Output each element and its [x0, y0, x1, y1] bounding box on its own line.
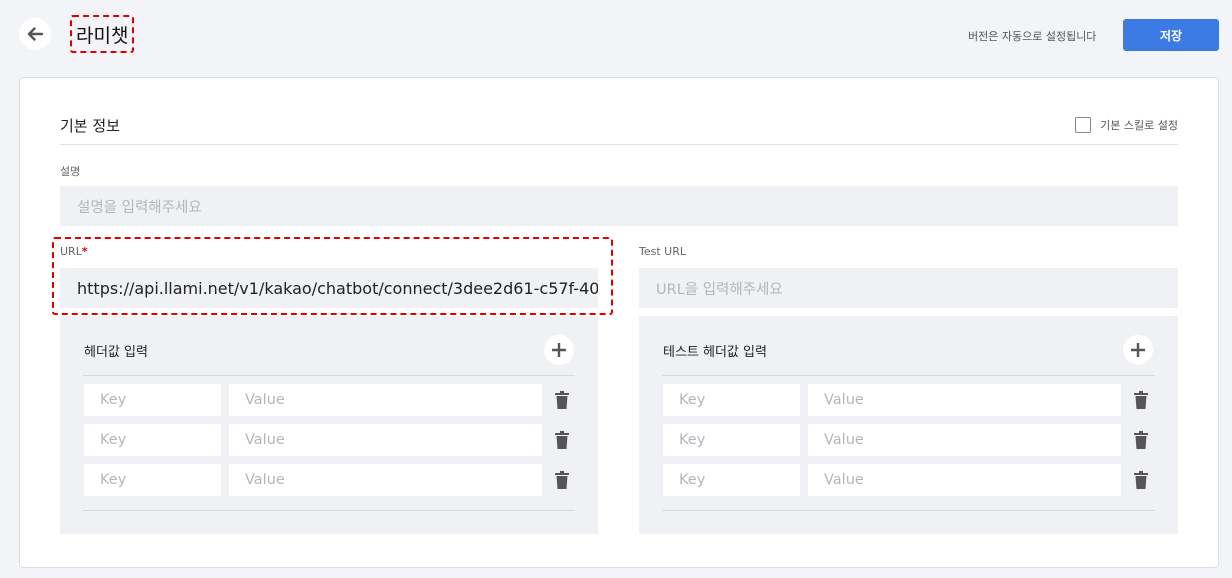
trash-icon[interactable]: [1133, 471, 1149, 489]
header-value-input[interactable]: Value: [229, 384, 542, 416]
trash-icon[interactable]: [1133, 391, 1149, 409]
version-note: 버전은 자동으로 설정됩니다: [968, 30, 1097, 43]
test-headers-panel-title: 테스트 헤더값 입력: [663, 345, 767, 360]
checkbox-icon[interactable]: [1075, 117, 1092, 133]
test-header-key-input[interactable]: Key: [663, 384, 800, 416]
test-headers-panel: 테스트 헤더값 입력 Key Value Key Value Key Value: [639, 316, 1178, 534]
add-test-header-button[interactable]: [1123, 335, 1153, 365]
trash-icon[interactable]: [1133, 431, 1149, 449]
url-input[interactable]: https://api.llami.net/v1/kakao/chatbot/c…: [60, 268, 598, 308]
add-header-button[interactable]: [544, 335, 574, 365]
back-button[interactable]: [19, 18, 51, 50]
save-button[interactable]: 저장: [1123, 19, 1219, 51]
plus-icon: [552, 343, 566, 357]
required-mark: *: [81, 245, 88, 258]
plus-icon: [1131, 343, 1145, 357]
description-input[interactable]: 설명을 입력해주세요: [60, 186, 1178, 226]
test-url-input[interactable]: URL을 입력해주세요: [639, 268, 1178, 308]
header-value-input[interactable]: Value: [229, 464, 542, 496]
trash-icon[interactable]: [554, 431, 570, 449]
test-header-value-input[interactable]: Value: [808, 384, 1121, 416]
skill-form-card: 기본 정보 기본 스킬로 설정 설명 설명을 입력해주세요 URL* https…: [19, 77, 1219, 568]
header-value-input[interactable]: Value: [229, 424, 542, 456]
trash-icon[interactable]: [554, 471, 570, 489]
arrow-left-icon: [27, 27, 44, 41]
page-title: 라미챗: [76, 24, 129, 47]
test-header-key-input[interactable]: Key: [663, 424, 800, 456]
test-header-value-input[interactable]: Value: [808, 424, 1121, 456]
headers-panel: 헤더값 입력 Key Value Key Value Key Value: [60, 316, 598, 534]
test-header-value-input[interactable]: Value: [808, 464, 1121, 496]
divider: [662, 510, 1155, 511]
default-skill-label: 기본 스킬로 설정: [1100, 119, 1178, 132]
trash-icon[interactable]: [554, 391, 570, 409]
header-key-input[interactable]: Key: [84, 464, 221, 496]
description-label: 설명: [60, 165, 81, 178]
divider: [60, 144, 1178, 145]
page-title-highlight: 라미챗: [70, 15, 135, 53]
default-skill-toggle[interactable]: 기본 스킬로 설정: [1075, 117, 1178, 133]
test-url-label: Test URL: [639, 245, 686, 258]
url-label: URL*: [60, 245, 88, 258]
test-header-key-input[interactable]: Key: [663, 464, 800, 496]
headers-panel-title: 헤더값 입력: [84, 345, 148, 360]
section-title: 기본 정보: [60, 117, 120, 135]
divider: [662, 375, 1155, 376]
divider: [83, 510, 575, 511]
header-key-input[interactable]: Key: [84, 384, 221, 416]
divider: [83, 375, 575, 376]
header-key-input[interactable]: Key: [84, 424, 221, 456]
